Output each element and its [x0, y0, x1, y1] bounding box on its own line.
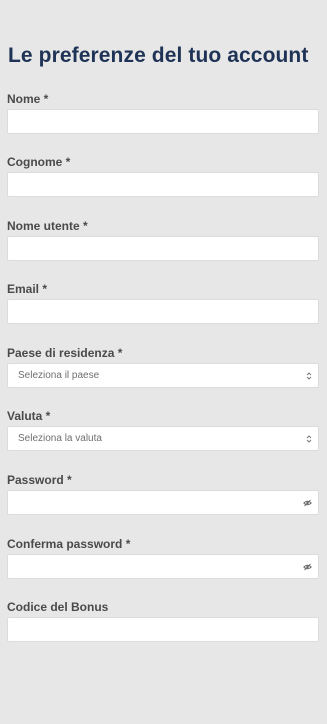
codice-bonus-input[interactable]	[7, 617, 319, 642]
nome-utente-label: Nome utente *	[7, 219, 88, 233]
nome-utente-field-group: Nome utente *	[7, 219, 319, 261]
conferma-password-label: Conferma password *	[7, 537, 131, 551]
conferma-password-input[interactable]	[7, 554, 319, 579]
page-title: Le preferenze del tuo account	[8, 44, 309, 67]
password-input[interactable]	[7, 490, 319, 515]
valuta-field-group: Valuta * Seleziona la valuta	[7, 409, 319, 451]
updown-chevron-icon	[306, 435, 312, 443]
valuta-label: Valuta *	[7, 409, 51, 423]
eye-slash-icon[interactable]	[303, 499, 312, 507]
eye-slash-icon[interactable]	[303, 563, 312, 571]
cognome-input[interactable]	[7, 172, 319, 197]
nome-field-group: Nome *	[7, 92, 319, 134]
valuta-select[interactable]: Seleziona la valuta	[7, 426, 319, 451]
codice-bonus-field-group: Codice del Bonus	[7, 600, 319, 642]
password-field-group: Password *	[7, 473, 319, 515]
codice-bonus-label: Codice del Bonus	[7, 600, 109, 614]
nome-utente-input[interactable]	[7, 236, 319, 261]
password-label: Password *	[7, 473, 72, 487]
email-field-group: Email *	[7, 282, 319, 324]
nome-label: Nome *	[7, 92, 49, 106]
paese-label: Paese di residenza *	[7, 346, 123, 360]
cognome-field-group: Cognome *	[7, 155, 319, 197]
conferma-password-field-group: Conferma password *	[7, 537, 319, 579]
nome-input[interactable]	[7, 109, 319, 134]
email-input[interactable]	[7, 299, 319, 324]
email-label: Email *	[7, 282, 48, 296]
paese-select[interactable]: Seleziona il paese	[7, 363, 319, 388]
valuta-select-value: Seleziona la valuta	[18, 433, 102, 444]
account-preferences-page: Le preferenze del tuo account Nome * Cog…	[0, 0, 327, 724]
updown-chevron-icon	[306, 372, 312, 380]
paese-field-group: Paese di residenza * Seleziona il paese	[7, 346, 319, 388]
cognome-label: Cognome *	[7, 155, 71, 169]
paese-select-value: Seleziona il paese	[18, 370, 100, 381]
